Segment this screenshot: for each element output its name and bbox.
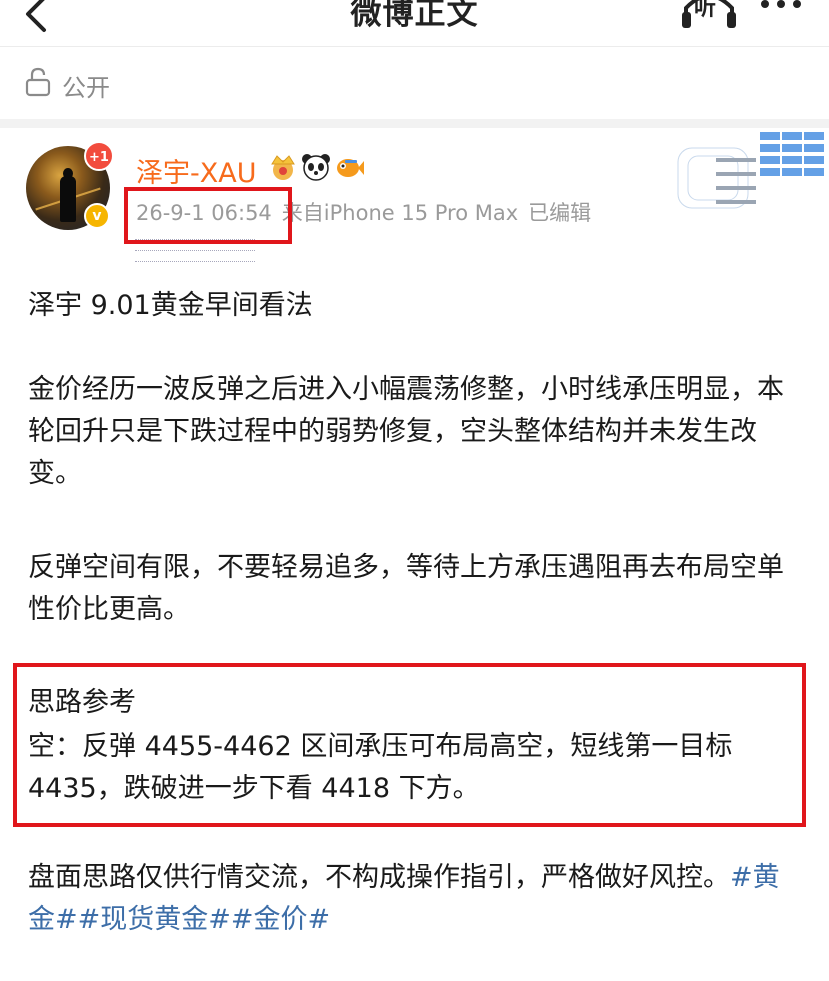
more-icon[interactable]: [758, 0, 804, 16]
visibility-label: 公开: [62, 74, 110, 102]
post-paragraph: 反弹空间有限，不要轻易追多，等待上方承压遇阻再去布局空单性价比更高。: [28, 552, 784, 625]
fish-emoji-icon: [337, 159, 364, 177]
lock-icon: [25, 67, 51, 97]
listen-label[interactable]: 听: [694, 0, 716, 22]
verified-badge: v: [84, 203, 110, 229]
crown-emoji-icon: [271, 155, 295, 180]
notification-badge: +1: [84, 141, 114, 171]
post-disclaimer: 盘面思路仅供行情交流，不构成操作指引，严格做好风控。#黄金##现货黄金##金价#: [28, 857, 804, 941]
ghost-overlay-text: [135, 230, 255, 262]
fan-card-thumbnail[interactable]: [668, 128, 829, 218]
visibility-row: 公开: [0, 47, 829, 119]
disclaimer-text: 盘面思路仅供行情交流，不构成操作指引，严格做好风控。: [28, 862, 730, 893]
edited-label[interactable]: 已编辑: [528, 201, 591, 225]
post-paragraph: 金价经历一波反弹之后进入小幅震荡修整，小时线承压明显，本轮回升只是下跌过程中的弱…: [28, 374, 784, 489]
top-nav-bar: 微博正文 听: [0, 0, 829, 46]
hashtag-link[interactable]: #金价#: [231, 904, 330, 935]
post-source: 来自iPhone 15 Pro Max: [281, 201, 519, 225]
strategy-text: 空：反弹 4455-4462 区间承压可布局高空，短线第一目标 4435，跌破进…: [28, 731, 733, 804]
post-title: 泽宇 9.01黄金早间看法: [28, 290, 313, 321]
author-name[interactable]: 泽宇-XAU: [136, 151, 256, 190]
avatar-figure: [60, 176, 76, 222]
hashtag-link[interactable]: #现货黄金#: [78, 904, 231, 935]
panda-emoji-icon: [302, 154, 330, 181]
section-separator: [0, 119, 829, 128]
strategy-heading: 思路参考: [28, 687, 136, 718]
